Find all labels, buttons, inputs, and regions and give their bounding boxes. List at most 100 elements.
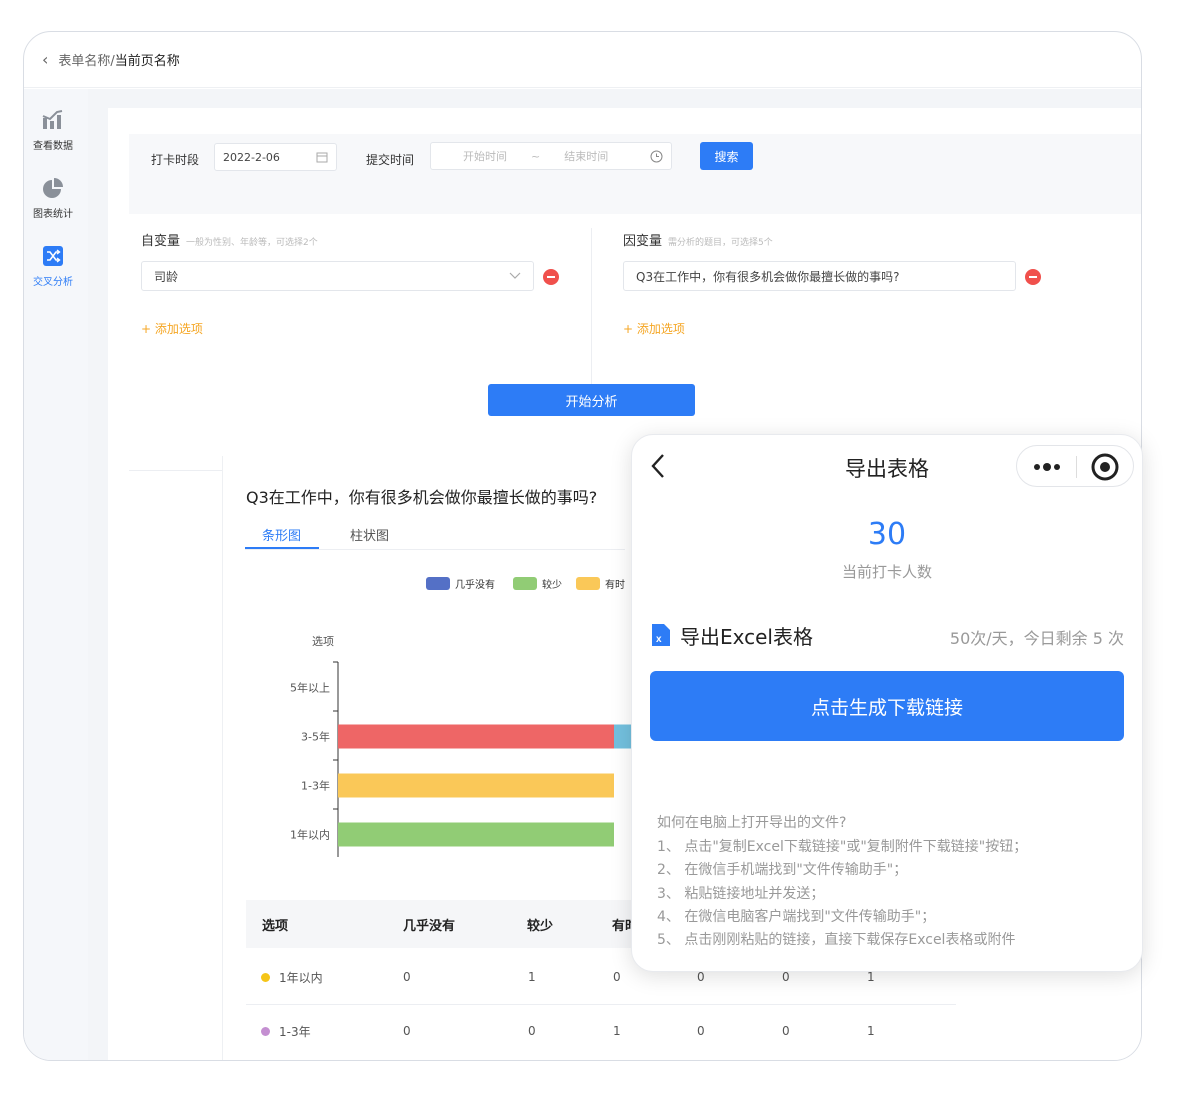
miniprogram-capsule (1016, 445, 1134, 487)
dependent-var-hint: 需分析的题目，可选择5个 (668, 238, 773, 248)
checkin-date-value: 2022-2-06 (223, 150, 280, 164)
sidebar: 查看数据 图表统计 交叉分析 (24, 89, 88, 1060)
remove-dependent-icon[interactable] (1025, 269, 1041, 285)
table-header-cell: 较少 (527, 919, 554, 934)
row-color-dot (261, 973, 270, 982)
legend-swatch (576, 577, 600, 590)
export-quota: 50次/天，今日剩余 5 次 (949, 629, 1124, 648)
dependent-var-select[interactable]: Q3在工作中，你有很多机会做你最擅长做的事吗? (623, 261, 1016, 291)
shuffle-icon (43, 246, 63, 266)
table-cell: 0 (697, 1024, 705, 1038)
instruction-line: 4、 在微信电脑客户端找到"文件传输助手"； (657, 909, 936, 925)
pie-chart-icon (43, 178, 63, 198)
table-header-cell: 选项 (262, 919, 289, 934)
calendar-icon (316, 152, 328, 163)
sidebar-item-label: 图表统计 (33, 209, 73, 220)
submit-time-label: 提交时间 (366, 153, 415, 167)
table-cell: 1 (867, 970, 875, 984)
sidebar-item-chart-stats[interactable]: 图表统计 (24, 177, 82, 220)
category-tick-label: 1年以内 (290, 828, 330, 842)
legend-item-0[interactable]: 几乎没有 (426, 576, 495, 591)
row-label: 1年以内 (279, 971, 323, 985)
column-divider (591, 228, 592, 388)
row-divider (246, 1004, 956, 1005)
breadcrumb: 表单名称/当前页名称 (58, 50, 179, 69)
table-cell: 1 (613, 1024, 621, 1038)
bar-segment (338, 822, 614, 847)
submit-time-range-input[interactable]: 开始时间 ~ 结束时间 (430, 142, 672, 170)
table-cell: 1 (867, 1024, 875, 1038)
independent-var-hint: 一般为性别、年龄等，可选择2个 (186, 238, 318, 248)
table-cell: 1 (528, 970, 536, 984)
svg-text:x: x (656, 634, 662, 645)
clock-icon (650, 150, 663, 162)
export-excel-title: 导出Excel表格 (680, 625, 813, 649)
legend-label: 有时 (605, 580, 625, 591)
instruction-line: 5、 点击刚刚粘贴的链接，直接下载保存Excel表格或附件 (657, 932, 1016, 948)
legend-swatch (426, 577, 450, 590)
table-cell: 0 (403, 1024, 411, 1038)
sidebar-item-label: 查看数据 (33, 141, 73, 152)
legend-label: 较少 (542, 580, 562, 591)
sidebar-item-view-data[interactable]: 查看数据 (24, 109, 82, 152)
checkin-date-input[interactable]: 2022-2-06 (214, 143, 337, 171)
more-icon[interactable] (1033, 462, 1061, 472)
tab-bar-chart[interactable]: 条形图 (262, 525, 301, 544)
table-cell: 0 (697, 970, 705, 984)
bar-chart-icon (42, 110, 63, 129)
generate-link-button[interactable]: 点击生成下载链接 (650, 671, 1124, 741)
tabs-baseline (245, 549, 625, 550)
add-dependent-option[interactable]: + 添加选项 (623, 320, 685, 337)
end-time-placeholder: 结束时间 (564, 150, 609, 163)
close-target-icon[interactable] (1090, 452, 1120, 482)
header-bar: ‹ 表单名称/当前页名称 (24, 32, 1141, 88)
chevron-down-icon (509, 272, 521, 279)
back-chevron-icon[interactable]: ‹ (42, 50, 48, 69)
row-color-dot (261, 1027, 270, 1036)
dependent-var-label: 因变量 需分析的题目，可选择5个 (623, 230, 773, 249)
instruction-line: 3、 粘贴链接地址并发送； (657, 886, 825, 902)
range-separator: ~ (531, 149, 541, 163)
y-axis-label: 选项 (312, 635, 334, 648)
instruction-line: 1、 点击"复制Excel下载链接"或"复制附件下载链接"按钮； (657, 839, 1028, 855)
start-analysis-button[interactable]: 开始分析 (488, 384, 695, 416)
checkin-count-caption: 当前打卡人数 (841, 563, 932, 581)
table-header-cell: 几乎没有 (403, 919, 456, 934)
capsule-divider (1076, 456, 1077, 478)
remove-independent-icon[interactable] (543, 269, 559, 285)
category-tick-label: 3-5年 (301, 730, 330, 744)
breadcrumb-current: 当前页名称 (114, 54, 180, 69)
row-label: 1-3年 (279, 1025, 311, 1039)
category-tick-label: 1-3年 (301, 779, 330, 793)
export-popup: 导出表格 30 当前打卡人数 x 导出Excel表格 50次/天，今日剩余 5 … (631, 434, 1143, 972)
excel-file-icon: x (652, 624, 670, 646)
checkin-period-label: 打卡时段 (151, 153, 200, 167)
sidebar-item-label: 交叉分析 (33, 277, 73, 288)
legend-label: 几乎没有 (455, 580, 495, 591)
table-cell: 0 (782, 970, 790, 984)
independent-var-title: 自变量 (141, 234, 181, 249)
legend-swatch (513, 577, 537, 590)
question-title: Q3在工作中，你有很多机会做你最擅长做的事吗? (246, 488, 598, 507)
bar-chart: 选项5年以上3-5年1-3年1年以内00.51 (290, 635, 654, 857)
tab-active-indicator (245, 547, 319, 549)
breadcrumb-parent[interactable]: 表单名称/ (58, 54, 114, 69)
legend-item-1[interactable]: 较少 (513, 576, 562, 591)
bar-segment (338, 724, 614, 749)
table-cell: 0 (403, 970, 411, 984)
start-time-placeholder: 开始时间 (463, 150, 507, 163)
tab-column-chart[interactable]: 柱状图 (350, 525, 389, 544)
independent-var-select[interactable]: 司龄 (141, 261, 534, 291)
sidebar-item-cross-analysis[interactable]: 交叉分析 (24, 245, 82, 288)
dependent-var-value: Q3在工作中，你有很多机会做你最擅长做的事吗? (636, 269, 900, 284)
table-cell: 0 (782, 1024, 790, 1038)
instruction-line: 2、 在微信手机端找到"文件传输助手"； (657, 862, 908, 878)
table-cell: 0 (528, 1024, 536, 1038)
search-button[interactable]: 搜索 (700, 142, 753, 170)
dependent-var-title: 因变量 (623, 234, 663, 249)
independent-var-value: 司龄 (154, 269, 179, 284)
add-independent-option[interactable]: + 添加选项 (141, 320, 203, 337)
legend-item-2[interactable]: 有时 (576, 576, 625, 591)
category-tick-label: 5年以上 (290, 681, 330, 695)
instruction-line: 如何在电脑上打开导出的文件? (657, 815, 847, 831)
